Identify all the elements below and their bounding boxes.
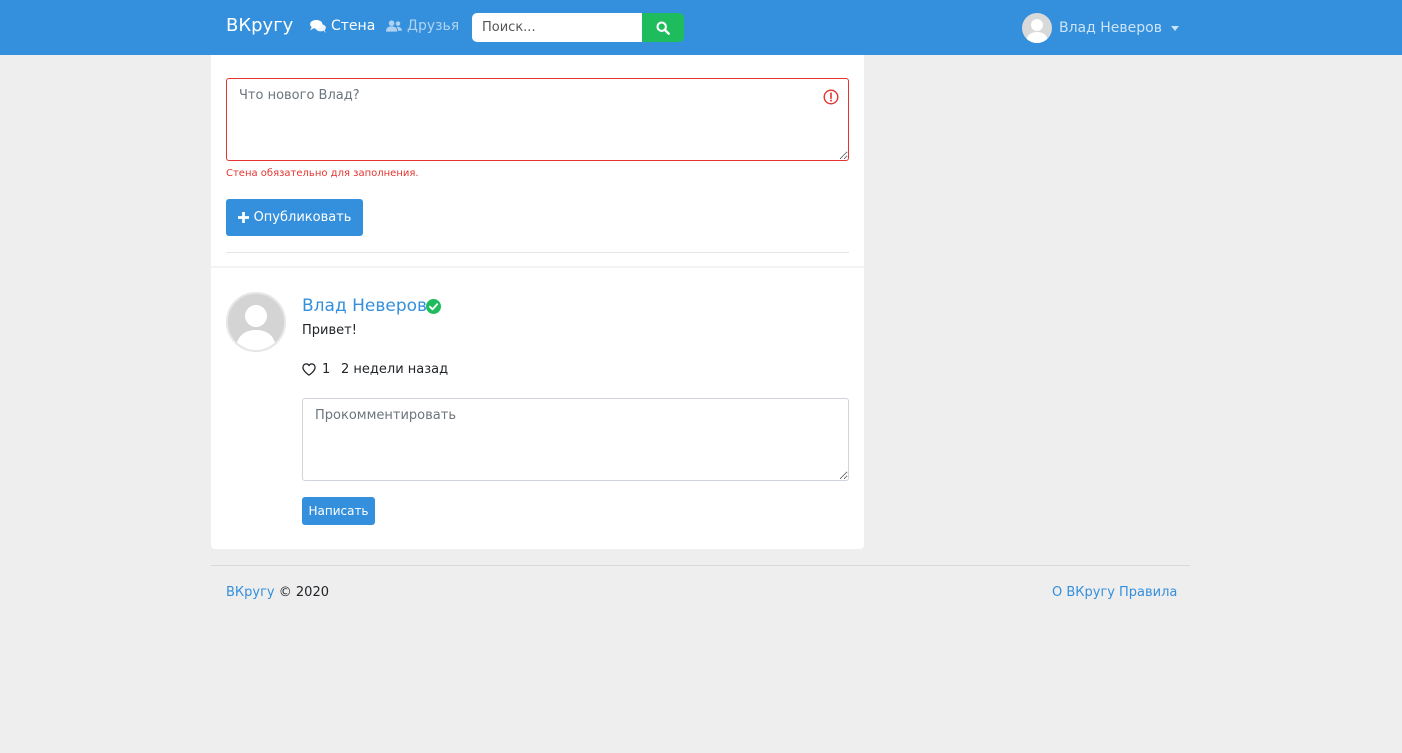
publish-button[interactable]: Опубликовать: [226, 199, 363, 236]
like-button[interactable]: 1: [302, 362, 330, 377]
check-circle-icon: [426, 299, 441, 314]
divider: [226, 252, 849, 253]
caret-down-icon: [1170, 25, 1179, 31]
comment-textarea[interactable]: [302, 398, 849, 481]
footer-copyright-text: © 2020: [278, 585, 329, 600]
comments-icon: [310, 19, 326, 33]
post-avatar[interactable]: [226, 292, 286, 352]
post-error-message: Стена обязательно для заполнения.: [226, 168, 419, 179]
user-avatar-icon: [1026, 19, 1048, 43]
plus-icon: [237, 212, 249, 223]
user-name: Влад Неверов: [1059, 20, 1162, 36]
footer-copyright: ВКругу © 2020: [226, 585, 329, 600]
card-separator: [211, 266, 864, 268]
heart-icon: [302, 363, 316, 376]
footer-links: О ВКругу Правила: [1052, 585, 1177, 600]
post-timestamp: 2 недели назад: [341, 362, 449, 377]
top-navbar: ВКругу Стена Друзья Поиск... Влад Неверо…: [0, 0, 1402, 55]
footer-about-link[interactable]: О ВКругу: [1052, 585, 1115, 600]
footer-brand-link[interactable]: ВКругу: [226, 585, 275, 600]
user-dropdown[interactable]: Влад Неверов: [1022, 13, 1179, 43]
search-button[interactable]: [642, 13, 684, 42]
nav-wall-link[interactable]: Стена: [310, 18, 375, 34]
user-avatar-icon: [236, 305, 276, 350]
footer-divider: [211, 565, 1190, 566]
exclamation-circle-icon: [823, 89, 839, 105]
post-text: Привет!: [302, 323, 357, 338]
search-input[interactable]: [472, 13, 642, 42]
like-count: 1: [322, 362, 331, 377]
avatar: [1022, 13, 1052, 43]
nav-wall-label: Стена: [331, 18, 376, 34]
post-textarea[interactable]: [226, 78, 849, 161]
publish-label: Опубликовать: [253, 210, 352, 225]
brand-link[interactable]: ВКругу: [226, 15, 293, 36]
nav-friends-link[interactable]: Друзья: [386, 18, 459, 34]
write-comment-button[interactable]: Написать: [302, 497, 375, 525]
nav-friends-label: Друзья: [407, 18, 460, 34]
users-icon: [386, 20, 402, 32]
footer-rules-link[interactable]: Правила: [1119, 585, 1177, 600]
post-author-link[interactable]: Влад Неверов: [302, 296, 427, 316]
search-icon: [656, 20, 670, 35]
